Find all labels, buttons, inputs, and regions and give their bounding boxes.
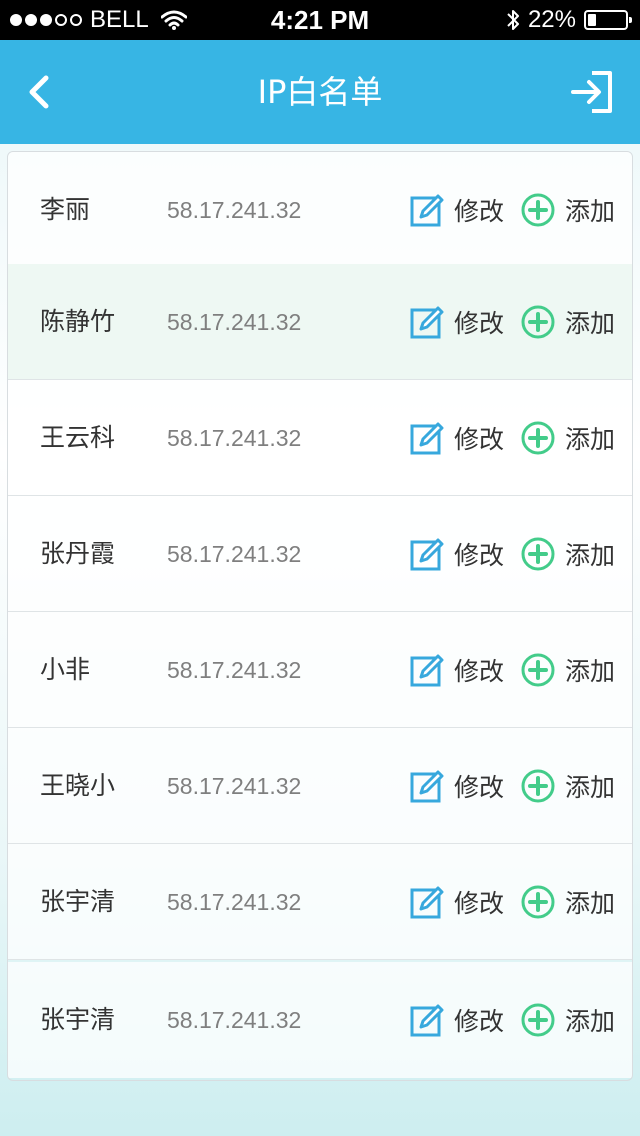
add-label: 添加 xyxy=(565,889,616,918)
list-item: 李丽 58.17.241.32 修改 添加 xyxy=(8,152,632,268)
add-button[interactable]: 添加 xyxy=(521,882,615,922)
plus-circle-icon xyxy=(521,653,555,687)
add-label: 添加 xyxy=(565,197,616,226)
add-button[interactable]: 添加 xyxy=(521,190,615,230)
edit-button[interactable]: 修改 xyxy=(410,650,504,690)
plus-circle-icon xyxy=(521,885,555,919)
list-item: 小非 58.17.241.32 修改 添加 xyxy=(8,612,632,728)
user-name: 张宇清 xyxy=(40,887,116,916)
edit-label: 修改 xyxy=(454,1007,505,1036)
exit-button[interactable] xyxy=(570,70,616,114)
edit-button[interactable]: 修改 xyxy=(410,882,504,922)
edit-icon xyxy=(410,538,444,571)
edit-button[interactable]: 修改 xyxy=(410,418,504,458)
plus-circle-icon xyxy=(521,537,555,571)
battery-icon xyxy=(584,10,632,30)
status-bar: BELL 4:21 PM 22% xyxy=(0,0,640,40)
status-right: 22% xyxy=(506,0,632,40)
ip-address: 58.17.241.32 xyxy=(167,889,302,915)
add-button[interactable]: 添加 xyxy=(521,766,615,806)
ip-address: 58.17.241.32 xyxy=(167,425,302,451)
plus-circle-icon xyxy=(521,305,555,339)
add-label: 添加 xyxy=(565,425,616,454)
plus-circle-icon xyxy=(521,769,555,803)
edit-icon xyxy=(410,886,444,919)
battery-level-fill xyxy=(588,14,596,26)
ip-address: 58.17.241.32 xyxy=(167,309,302,335)
user-name: 王云科 xyxy=(40,423,116,452)
add-button[interactable]: 添加 xyxy=(521,418,615,458)
user-name: 王晓小 xyxy=(40,771,116,800)
edit-label: 修改 xyxy=(454,309,505,338)
edit-label: 修改 xyxy=(454,773,505,802)
user-name: 张宇清 xyxy=(40,1005,116,1034)
edit-icon xyxy=(410,770,444,803)
edit-button[interactable]: 修改 xyxy=(410,534,504,574)
edit-icon xyxy=(410,1004,444,1037)
ip-address: 58.17.241.32 xyxy=(167,657,302,683)
ip-whitelist: 李丽 58.17.241.32 修改 添加 陈静竹 58.17.241.32 修… xyxy=(7,151,633,1081)
add-label: 添加 xyxy=(565,309,616,338)
page-title: IP白名单 xyxy=(257,73,383,111)
list-item: 王云科 58.17.241.32 修改 添加 xyxy=(8,380,632,496)
edit-icon xyxy=(410,422,444,455)
ip-address: 58.17.241.32 xyxy=(167,1007,302,1033)
list-item: 张宇清 58.17.241.32 修改 添加 xyxy=(8,844,632,960)
edit-icon xyxy=(410,194,444,227)
bluetooth-icon xyxy=(507,10,519,30)
add-label: 添加 xyxy=(565,657,616,686)
add-button[interactable]: 添加 xyxy=(521,534,615,574)
edit-label: 修改 xyxy=(454,889,505,918)
user-name: 张丹霞 xyxy=(40,539,116,568)
add-label: 添加 xyxy=(565,1007,616,1036)
add-label: 添加 xyxy=(565,541,616,570)
edit-label: 修改 xyxy=(454,657,505,686)
edit-button[interactable]: 修改 xyxy=(410,190,504,230)
edit-button[interactable]: 修改 xyxy=(410,1000,504,1040)
list-item: 陈静竹 58.17.241.32 修改 添加 xyxy=(8,264,632,380)
edit-label: 修改 xyxy=(454,541,505,570)
list-item: 张丹霞 58.17.241.32 修改 添加 xyxy=(8,496,632,612)
ip-address: 58.17.241.32 xyxy=(167,773,302,799)
edit-button[interactable]: 修改 xyxy=(410,302,504,342)
ip-address: 58.17.241.32 xyxy=(167,541,302,567)
sign-out-icon xyxy=(571,71,612,113)
plus-circle-icon xyxy=(521,193,555,227)
plus-circle-icon xyxy=(521,1003,555,1037)
edit-icon xyxy=(410,654,444,687)
user-name: 李丽 xyxy=(40,195,91,224)
edit-label: 修改 xyxy=(454,197,505,226)
add-label: 添加 xyxy=(565,773,616,802)
battery-percent: 22% xyxy=(527,6,576,33)
user-name: 小非 xyxy=(40,655,91,684)
user-name: 陈静竹 xyxy=(40,307,116,336)
add-button[interactable]: 添加 xyxy=(521,1000,615,1040)
plus-circle-icon xyxy=(521,421,555,455)
edit-label: 修改 xyxy=(454,425,505,454)
edit-button[interactable]: 修改 xyxy=(410,766,504,806)
add-button[interactable]: 添加 xyxy=(521,650,615,690)
add-button[interactable]: 添加 xyxy=(521,302,615,342)
edit-icon xyxy=(410,306,444,339)
nav-bar: IP白名单 xyxy=(0,40,640,144)
ip-address: 58.17.241.32 xyxy=(167,197,302,223)
list-item: 王晓小 58.17.241.32 修改 添加 xyxy=(8,728,632,844)
list-item: 张宇清 58.17.241.32 修改 添加 xyxy=(8,962,632,1078)
